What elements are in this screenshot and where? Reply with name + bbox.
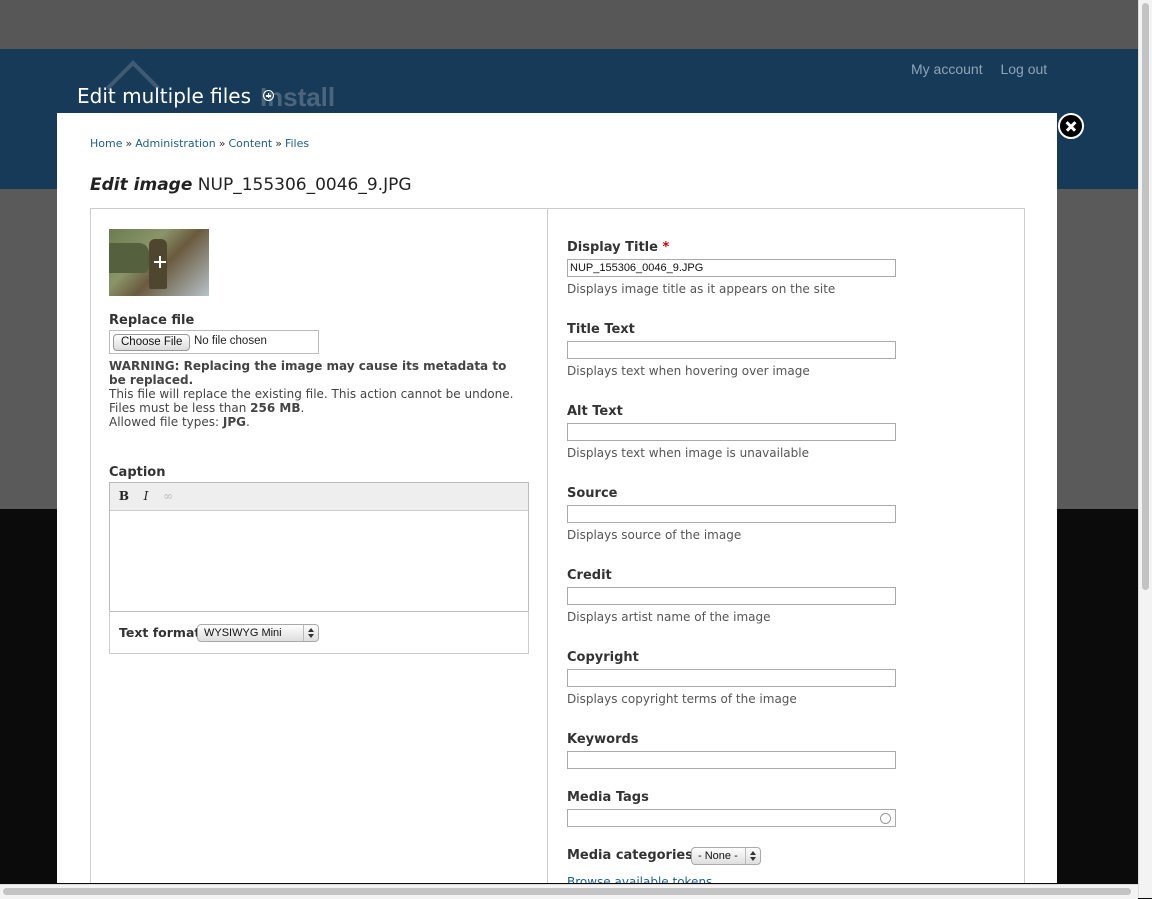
plus-icon	[154, 256, 166, 268]
breadcrumb-administration[interactable]: Administration	[135, 137, 216, 150]
replace-file-label: Replace file	[109, 313, 195, 328]
file-status-text: No file chosen	[194, 335, 267, 347]
replace-file-input[interactable]: Choose File No file chosen	[109, 330, 319, 354]
required-marker: *	[662, 240, 670, 255]
select-arrows-icon	[303, 625, 318, 641]
copyright-description: Displays copyright terms of the image	[567, 692, 797, 706]
title-text-description: Displays text when hovering over image	[567, 364, 810, 378]
text-format-selected: WYSIWYG Mini	[204, 627, 282, 639]
page-title: Edit image NUP_155306_0046_9.JPG	[90, 175, 412, 195]
file-types-prefix: Allowed file types:	[109, 415, 223, 429]
text-format-wrapper: Text format WYSIWYG Mini	[109, 611, 529, 654]
alt-text-input[interactable]	[567, 423, 896, 441]
edit-modal: Home» Administration» Content» Files Edit i…	[57, 113, 1057, 883]
source-description: Displays source of the image	[567, 528, 742, 542]
breadcrumb-home[interactable]: Home	[90, 137, 122, 150]
file-types-value: JPG	[222, 415, 246, 429]
choose-file-button[interactable]: Choose File	[113, 334, 191, 351]
page-title-filename: NUP_155306_0046_9.JPG	[197, 175, 412, 195]
media-categories-label: Media categories	[567, 848, 693, 863]
credit-input[interactable]	[567, 587, 896, 605]
browse-tokens-link[interactable]: Browse available tokens.	[567, 875, 716, 883]
title-text-label: Title Text	[567, 322, 635, 337]
credit-label: Credit	[567, 568, 612, 583]
edit-form: Replace file Choose File No file chosen …	[90, 208, 1025, 883]
user-menu: My account Log out	[911, 61, 1061, 77]
plus-circle-icon[interactable]	[263, 90, 274, 101]
replace-file-help: WARNING: Replacing the image may cause i…	[109, 359, 514, 429]
bold-icon[interactable]: B	[116, 488, 132, 504]
overlay-title-text: Edit multiple files	[77, 84, 251, 108]
caption-editor: B I ∞	[109, 482, 529, 612]
source-label: Source	[567, 486, 618, 501]
copyright-input[interactable]	[567, 669, 896, 687]
keywords-label: Keywords	[567, 732, 639, 747]
select-arrows-icon	[745, 848, 760, 864]
my-account-link[interactable]: My account	[911, 61, 983, 77]
breadcrumb: Home» Administration» Content» Files	[90, 137, 309, 150]
link-icon[interactable]: ∞	[160, 488, 176, 504]
caption-textarea[interactable]	[110, 511, 528, 611]
warning-text: WARNING: Replacing the image may cause i…	[109, 359, 507, 387]
breadcrumb-separator: »	[125, 137, 133, 150]
credit-description: Displays artist name of the image	[567, 610, 771, 624]
size-limit-prefix: Files must be less than	[109, 401, 251, 415]
media-tags-label: Media Tags	[567, 790, 649, 805]
breadcrumb-separator: »	[218, 137, 226, 150]
breadcrumb-files[interactable]: Files	[285, 137, 309, 150]
size-limit-value: 256 MB	[250, 401, 301, 415]
italic-icon[interactable]: I	[138, 488, 154, 504]
vertical-scroll-thumb[interactable]	[1142, 3, 1149, 590]
display-title-input[interactable]: NUP_155306_0046_9.JPG	[567, 259, 896, 277]
autocomplete-throbber-icon	[880, 813, 891, 824]
replace-notice: This file will replace the existing file…	[109, 387, 514, 401]
media-categories-selected: - None -	[698, 850, 738, 862]
source-input[interactable]	[567, 505, 896, 523]
horizontal-scrollbar[interactable]	[0, 884, 1138, 899]
alt-text-label: Alt Text	[567, 404, 623, 419]
page-title-prefix: Edit image	[90, 175, 193, 195]
vertical-scrollbar[interactable]	[1138, 0, 1152, 898]
media-tags-input[interactable]	[567, 809, 896, 827]
caption-label: Caption	[109, 465, 166, 480]
breadcrumb-content[interactable]: Content	[228, 137, 272, 150]
close-overlay-button[interactable]	[1058, 113, 1084, 139]
log-out-link[interactable]: Log out	[1000, 61, 1047, 77]
breadcrumb-separator: »	[275, 137, 282, 150]
display-title-label: Display Title *	[567, 240, 669, 255]
media-categories-select[interactable]: - None -	[691, 847, 761, 865]
display-title-description: Displays image title as it appears on th…	[567, 282, 836, 296]
editor-toolbar: B I ∞	[110, 483, 528, 511]
helicopter-shape	[109, 243, 149, 273]
text-format-label: Text format	[119, 625, 201, 640]
column-divider	[547, 209, 548, 883]
overlay-title: Edit multiple files	[77, 84, 274, 108]
image-thumbnail[interactable]	[109, 229, 209, 296]
title-text-input[interactable]	[567, 341, 896, 359]
display-title-label-text: Display Title	[567, 240, 658, 255]
horizontal-scroll-thumb[interactable]	[3, 888, 1131, 895]
keywords-input[interactable]	[567, 751, 896, 769]
text-format-select[interactable]: WYSIWYG Mini	[197, 624, 319, 642]
top-bar	[0, 0, 1152, 49]
alt-text-description: Displays text when image is unavailable	[567, 446, 809, 460]
copyright-label: Copyright	[567, 650, 639, 665]
